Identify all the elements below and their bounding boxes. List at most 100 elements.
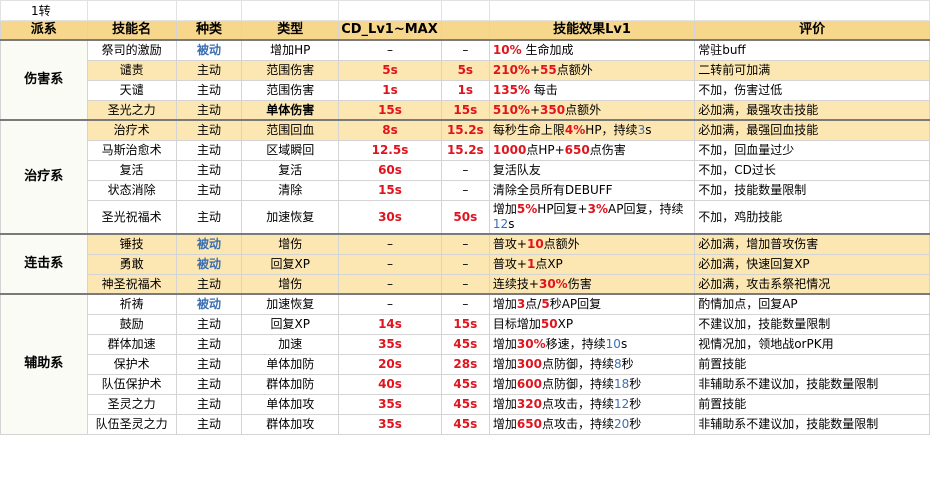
skill-comment-cell[interactable]: 酌情加点，回复AP xyxy=(694,293,930,315)
skill-comment-cell[interactable]: 常驻buff xyxy=(694,39,930,61)
cd-max-cell[interactable]: – xyxy=(440,273,490,295)
skill-effect-cell[interactable]: 增加30%移速，持续10s xyxy=(488,333,696,355)
skill-effect-cell[interactable]: 增加320点攻击，持续12秒 xyxy=(488,393,696,415)
header-cd[interactable]: CD_Lv1~MAX xyxy=(338,20,442,41)
skill-effect-cell[interactable]: 复活队友 xyxy=(488,159,696,181)
skill-kind-cell[interactable]: 主动 xyxy=(175,313,243,335)
skill-type-cell[interactable]: 范围回血 xyxy=(241,119,340,141)
cd-max-cell[interactable]: 45s xyxy=(440,413,490,435)
skill-comment-cell[interactable]: 不加，回血量过少 xyxy=(694,139,930,161)
header-type[interactable]: 类型 xyxy=(241,20,340,41)
skill-name-cell[interactable]: 马斯治愈术 xyxy=(86,139,177,161)
skill-effect-cell[interactable]: 增加300点防御，持续8秒 xyxy=(488,353,696,375)
skill-type-cell[interactable]: 加速 xyxy=(241,333,340,355)
skill-type-cell[interactable]: 增加HP xyxy=(241,39,340,61)
skill-kind-cell[interactable]: 主动 xyxy=(175,119,243,141)
skill-type-cell[interactable]: 加速恢复 xyxy=(241,293,340,315)
skill-effect-cell[interactable]: 210%+55点额外 xyxy=(488,59,696,81)
skill-type-cell[interactable]: 增伤 xyxy=(241,233,340,255)
skill-name-cell[interactable]: 鼓励 xyxy=(86,313,177,335)
cd-lv1-cell[interactable]: 15s xyxy=(338,99,442,121)
skill-type-cell[interactable]: 加速恢复 xyxy=(241,199,340,235)
skill-name-cell[interactable]: 天谴 xyxy=(86,79,177,101)
cd-lv1-cell[interactable]: – xyxy=(338,233,442,255)
skill-comment-cell[interactable]: 不加，伤害过低 xyxy=(694,79,930,101)
header-effect[interactable]: 技能效果Lv1 xyxy=(488,20,696,41)
skill-type-cell[interactable]: 清除 xyxy=(241,179,340,201)
cd-max-cell[interactable]: 15.2s xyxy=(440,119,490,141)
cd-max-cell[interactable]: 15.2s xyxy=(440,139,490,161)
header-comment[interactable]: 评价 xyxy=(694,20,930,41)
cd-lv1-cell[interactable]: 15s xyxy=(338,179,442,201)
skill-effect-cell[interactable]: 目标增加50XP xyxy=(488,313,696,335)
header-cd-max[interactable] xyxy=(440,20,490,41)
skill-kind-cell[interactable]: 主动 xyxy=(175,273,243,295)
skill-type-cell[interactable]: 群体加防 xyxy=(241,373,340,395)
skill-kind-cell[interactable]: 主动 xyxy=(175,99,243,121)
skill-effect-cell[interactable]: 10% 生命加成 xyxy=(488,39,696,61)
skill-comment-cell[interactable]: 不加，鸡肋技能 xyxy=(694,199,930,235)
skill-name-cell[interactable]: 保护术 xyxy=(86,353,177,375)
skill-name-cell[interactable]: 圣光之力 xyxy=(86,99,177,121)
skill-comment-cell[interactable]: 前置技能 xyxy=(694,353,930,375)
cd-max-cell[interactable]: – xyxy=(440,39,490,61)
cd-max-cell[interactable]: 15s xyxy=(440,99,490,121)
cd-max-cell[interactable]: – xyxy=(440,293,490,315)
cd-lv1-cell[interactable]: 5s xyxy=(338,59,442,81)
cd-lv1-cell[interactable]: – xyxy=(338,39,442,61)
skill-name-cell[interactable]: 圣光祝福术 xyxy=(86,199,177,235)
cd-lv1-cell[interactable]: – xyxy=(338,273,442,295)
skill-type-cell[interactable]: 回复XP xyxy=(241,253,340,275)
skill-comment-cell[interactable]: 不加，技能数量限制 xyxy=(694,179,930,201)
skill-comment-cell[interactable]: 二转前可加满 xyxy=(694,59,930,81)
skill-kind-cell[interactable]: 被动 xyxy=(175,39,243,61)
skill-name-cell[interactable]: 神圣祝福术 xyxy=(86,273,177,295)
skill-comment-cell[interactable]: 非辅助系不建议加，技能数量限制 xyxy=(694,373,930,395)
skill-type-cell[interactable]: 单体加防 xyxy=(241,353,340,375)
skill-comment-cell[interactable]: 必加满，攻击系祭祀情况 xyxy=(694,273,930,295)
skill-effect-cell[interactable]: 增加3点/5秒AP回复 xyxy=(488,293,696,315)
skill-comment-cell[interactable]: 必加满，快速回复XP xyxy=(694,253,930,275)
skill-kind-cell[interactable]: 主动 xyxy=(175,179,243,201)
skill-comment-cell[interactable]: 视情况加，领地战orPK用 xyxy=(694,333,930,355)
skill-type-cell[interactable]: 区域瞬回 xyxy=(241,139,340,161)
skill-name-cell[interactable]: 状态消除 xyxy=(86,179,177,201)
skill-kind-cell[interactable]: 主动 xyxy=(175,373,243,395)
cd-lv1-cell[interactable]: 12.5s xyxy=(338,139,442,161)
cd-lv1-cell[interactable]: 20s xyxy=(338,353,442,375)
cd-lv1-cell[interactable]: 35s xyxy=(338,413,442,435)
skill-kind-cell[interactable]: 被动 xyxy=(175,253,243,275)
skill-kind-cell[interactable]: 主动 xyxy=(175,393,243,415)
cd-max-cell[interactable]: 45s xyxy=(440,333,490,355)
header-skill-name[interactable]: 技能名 xyxy=(86,20,177,41)
cd-lv1-cell[interactable]: 40s xyxy=(338,373,442,395)
skill-effect-cell[interactable]: 普攻+10点额外 xyxy=(488,233,696,255)
faction-cell[interactable]: 连击系 xyxy=(0,233,88,295)
skill-comment-cell[interactable]: 前置技能 xyxy=(694,393,930,415)
cd-lv1-cell[interactable]: 35s xyxy=(338,393,442,415)
skill-name-cell[interactable]: 治疗术 xyxy=(86,119,177,141)
skill-type-cell[interactable]: 增伤 xyxy=(241,273,340,295)
cd-max-cell[interactable]: 45s xyxy=(440,373,490,395)
cd-max-cell[interactable]: 50s xyxy=(440,199,490,235)
skill-type-cell[interactable]: 单体伤害 xyxy=(241,99,340,121)
skill-comment-cell[interactable]: 不建议加，技能数量限制 xyxy=(694,313,930,335)
cd-max-cell[interactable]: – xyxy=(440,159,490,181)
skill-kind-cell[interactable]: 主动 xyxy=(175,413,243,435)
skill-kind-cell[interactable]: 主动 xyxy=(175,79,243,101)
skill-comment-cell[interactable]: 必加满，最强回血技能 xyxy=(694,119,930,141)
skill-type-cell[interactable]: 群体加攻 xyxy=(241,413,340,435)
skill-name-cell[interactable]: 祭司的激励 xyxy=(86,39,177,61)
skill-name-cell[interactable]: 圣灵之力 xyxy=(86,393,177,415)
faction-cell[interactable]: 伤害系 xyxy=(0,39,88,121)
cd-max-cell[interactable]: 15s xyxy=(440,313,490,335)
cd-lv1-cell[interactable]: 8s xyxy=(338,119,442,141)
skill-kind-cell[interactable]: 主动 xyxy=(175,139,243,161)
skill-comment-cell[interactable]: 必加满，最强攻击技能 xyxy=(694,99,930,121)
skill-effect-cell[interactable]: 增加650点攻击，持续20秒 xyxy=(488,413,696,435)
cd-lv1-cell[interactable]: 60s xyxy=(338,159,442,181)
skill-kind-cell[interactable]: 主动 xyxy=(175,159,243,181)
skill-name-cell[interactable]: 群体加速 xyxy=(86,333,177,355)
skill-comment-cell[interactable]: 不加，CD过长 xyxy=(694,159,930,181)
faction-cell[interactable]: 辅助系 xyxy=(0,293,88,435)
